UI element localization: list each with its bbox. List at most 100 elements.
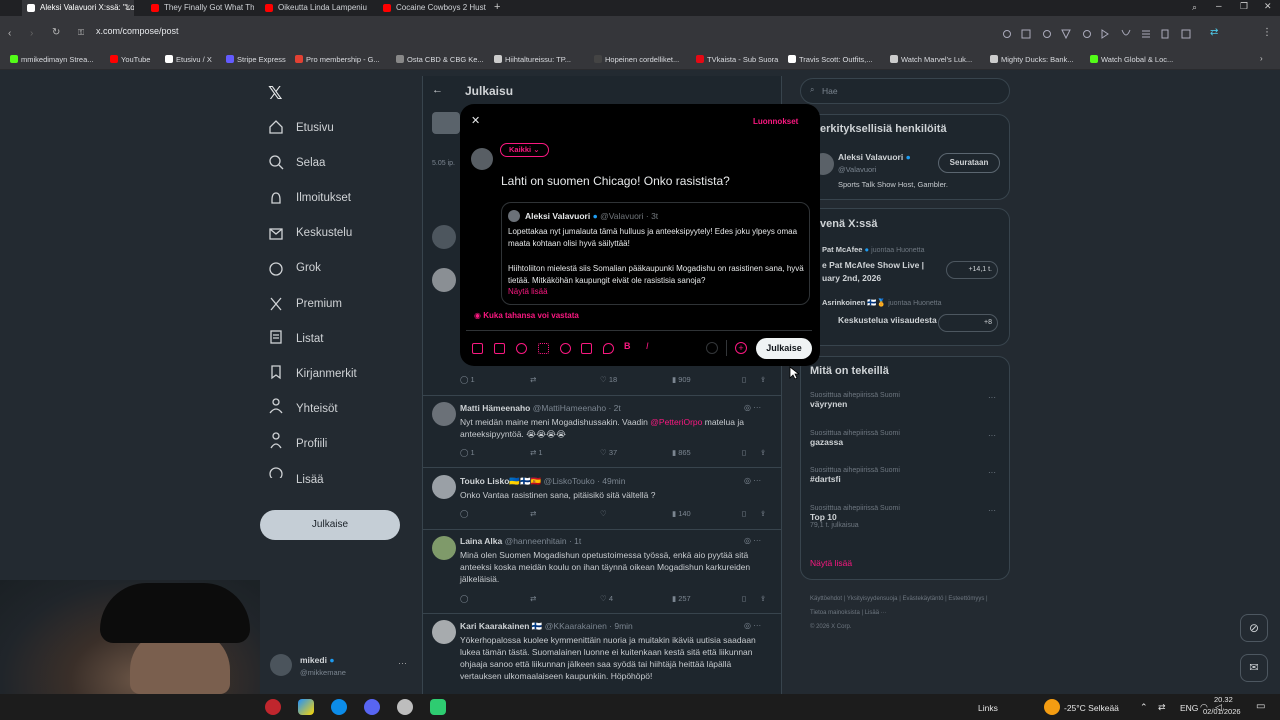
- italic-icon[interactable]: I: [646, 341, 649, 351]
- account-name[interactable]: mikedi ●: [300, 655, 334, 665]
- bookmark[interactable]: Watch Global & Loc...: [1090, 55, 1173, 64]
- taskbar-links[interactable]: Links: [978, 703, 998, 713]
- listener-count[interactable]: +8: [938, 314, 998, 332]
- grok-icon[interactable]: ◎ ···: [744, 476, 761, 485]
- sidebar-item-bookmarks[interactable]: Kirjanmerkit: [296, 368, 357, 380]
- sidebar-item-notifications[interactable]: Ilmoitukset: [296, 192, 351, 204]
- following-button[interactable]: Seurataan: [938, 153, 1000, 173]
- close-tab-icon[interactable]: ✕: [124, 0, 131, 16]
- reply-icon[interactable]: ◯: [460, 594, 468, 603]
- tray-chevron-icon[interactable]: ⌃: [1140, 702, 1148, 713]
- reply-icon[interactable]: ◯: [460, 509, 468, 518]
- schedule-icon[interactable]: [581, 343, 592, 354]
- drafts-button[interactable]: Luonnokset: [753, 117, 798, 126]
- tweet-author[interactable]: Kari Kaarakainen 🇫🇮 @KKaarakainen · 9min: [460, 621, 633, 632]
- post-button[interactable]: Julkaise: [260, 510, 400, 540]
- retweet-icon[interactable]: ⇄: [530, 375, 536, 384]
- sidebar-item-communities[interactable]: Yhteisöt: [296, 403, 338, 415]
- app-icon[interactable]: [430, 699, 446, 715]
- sidebar-item-grok[interactable]: Grok: [296, 262, 321, 274]
- account-menu-icon[interactable]: ···: [398, 658, 407, 668]
- app-icon[interactable]: [298, 699, 314, 715]
- bookmark[interactable]: Stripe Express: [226, 55, 286, 64]
- bookmark[interactable]: TVkaista - Sub Suora: [696, 55, 778, 64]
- sidebar-item-home[interactable]: Etusivu: [296, 122, 334, 134]
- bookmarks-overflow-icon[interactable]: ›: [1260, 54, 1263, 63]
- live-space-title[interactable]: Keskustelua viisaudesta: [838, 315, 937, 325]
- retweet-icon[interactable]: ⇄: [530, 594, 536, 603]
- like-icon[interactable]: ♡ 37: [600, 448, 617, 457]
- bookmark[interactable]: Mighty Ducks: Bank...: [990, 55, 1074, 64]
- live-space-title-line2[interactable]: uary 2nd, 2026: [822, 273, 881, 283]
- sidebar-item-profile[interactable]: Profiili: [296, 438, 327, 450]
- footer-links[interactable]: Käyttöehdot | Yksityisyydensuoja | Eväst…: [810, 592, 1000, 634]
- tweet-author[interactable]: Matti Hämeenaho @MattiHameenaho · 2t: [460, 403, 621, 413]
- extension-icons[interactable]: [1000, 27, 1200, 41]
- avatar[interactable]: [432, 620, 456, 644]
- publish-button[interactable]: Julkaise: [756, 338, 812, 359]
- trend-item[interactable]: Suositttua aihepiirissä Suomi Top 10 79,…: [810, 505, 900, 529]
- grok-icon[interactable]: ⊘: [1240, 614, 1268, 642]
- bookmark[interactable]: Osta CBD & CBG Ke...: [396, 55, 484, 64]
- avatar[interactable]: [432, 475, 456, 499]
- grok-icon[interactable]: ◎ ···: [744, 621, 761, 630]
- minimize-icon[interactable]: –: [1216, 1, 1222, 12]
- bookmark-icon[interactable]: ▯: [742, 594, 746, 603]
- sidebar-item-explore[interactable]: Selaa: [296, 157, 325, 169]
- bookmark[interactable]: mmikedimayn Strea...: [10, 55, 94, 64]
- emoji-icon[interactable]: [560, 343, 571, 354]
- trend-menu-icon[interactable]: ···: [988, 506, 996, 515]
- reply-icon[interactable]: ◯ 1: [460, 375, 475, 384]
- edge-icon[interactable]: [331, 699, 347, 715]
- close-icon[interactable]: ✕: [471, 114, 480, 127]
- notifications-icon[interactable]: ▭: [1256, 701, 1265, 712]
- trend-menu-icon[interactable]: ···: [988, 468, 996, 477]
- browser-tab[interactable]: Oikeutta Linda Lampeniu: [260, 0, 370, 16]
- browser-tab[interactable]: Aleksi Valavuori X:ssä: "Lo ✕: [22, 0, 134, 16]
- share-icon[interactable]: ⇪: [760, 448, 766, 457]
- bookmark[interactable]: Watch Marvel's Luk...: [890, 55, 972, 64]
- share-icon[interactable]: ⇪: [760, 509, 766, 518]
- poll-icon[interactable]: [538, 343, 549, 354]
- tweet-author[interactable]: Touko Lisko🇺🇦🇫🇮🇪🇸 @LiskoTouko · 49min: [460, 476, 625, 487]
- bold-icon[interactable]: B: [624, 341, 631, 351]
- retweet-icon[interactable]: ⇄ 1: [530, 448, 543, 457]
- forward-icon[interactable]: ›: [30, 28, 33, 39]
- live-space-title[interactable]: e Pat McAfee Show Live |: [822, 260, 924, 270]
- retweet-icon[interactable]: ⇄: [530, 509, 536, 518]
- audience-selector[interactable]: Kaikki ⌄: [500, 143, 549, 157]
- trend-item[interactable]: Suositttua aihepiirissä Suomi gazassa: [810, 430, 900, 447]
- network-icon[interactable]: ⇄: [1158, 702, 1166, 713]
- live-host[interactable]: Asrinkoinen 🇫🇮🏅 juontaa Huonetta: [822, 298, 942, 307]
- sidebar-item-premium[interactable]: Premium: [296, 298, 342, 310]
- bookmark[interactable]: Pro membership - G...: [295, 55, 380, 64]
- gif-icon[interactable]: [494, 343, 505, 354]
- grok-icon[interactable]: ◎ ···: [744, 536, 761, 545]
- reload-icon[interactable]: ↻: [52, 27, 60, 38]
- tweet-author[interactable]: Laina Alka @hanneenhitain · 1t: [460, 536, 581, 546]
- share-icon[interactable]: ⇪: [760, 375, 766, 384]
- messages-icon[interactable]: ✉: [1240, 654, 1268, 682]
- show-more-link[interactable]: Näytä lisää: [810, 558, 852, 568]
- bookmark[interactable]: YouTube: [110, 55, 150, 64]
- image-icon[interactable]: [472, 343, 483, 354]
- like-icon[interactable]: ♡ 4: [600, 594, 613, 603]
- sidebar-item-messages[interactable]: Keskustelu: [296, 227, 352, 239]
- share-icon[interactable]: ⇪: [760, 594, 766, 603]
- extension-logo-icon[interactable]: ⇄: [1210, 27, 1218, 38]
- app-icon[interactable]: [397, 699, 413, 715]
- x-logo-icon[interactable]: 𝕏: [268, 83, 283, 104]
- bookmark[interactable]: Etusivu / X: [165, 55, 212, 64]
- compose-text[interactable]: Lahti on suomen Chicago! Onko rasistista…: [501, 174, 730, 188]
- bookmark[interactable]: Hiihtaltureissu: TP...: [494, 55, 571, 64]
- weather-icon[interactable]: [1044, 699, 1060, 715]
- live-host[interactable]: Pat McAfee ● juontaa Huonetta: [822, 245, 924, 254]
- views-icon[interactable]: ▮ 909: [672, 375, 691, 384]
- new-tab-button[interactable]: +: [494, 1, 500, 13]
- clock-date[interactable]: 02/01/2026: [1203, 707, 1241, 716]
- bookmark-icon[interactable]: ▯: [742, 509, 746, 518]
- language-indicator[interactable]: ENG: [1180, 703, 1198, 713]
- lock-icon[interactable]: ⚿: [78, 28, 84, 38]
- grok-icon[interactable]: [516, 343, 527, 354]
- bookmark[interactable]: Travis Scott: Outfits,...: [788, 55, 873, 64]
